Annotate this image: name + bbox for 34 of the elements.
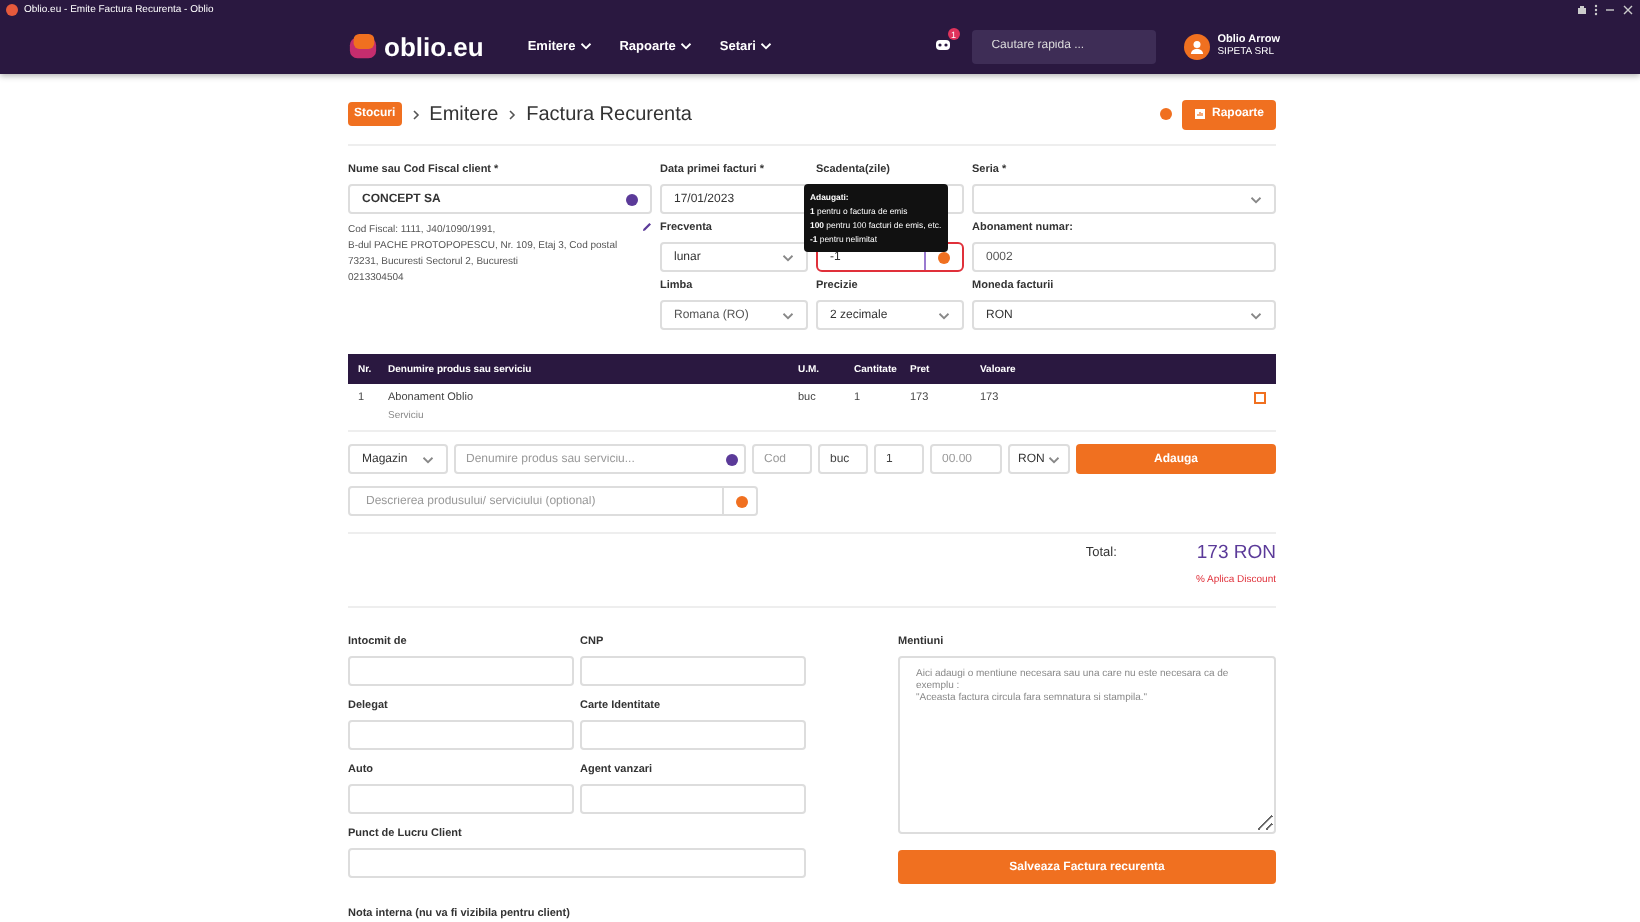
minimize-icon[interactable] <box>1604 3 1616 15</box>
caret-icon <box>679 42 692 50</box>
breadcrumb-item[interactable]: Factura Recurenta <box>526 103 692 125</box>
caret-icon <box>782 311 794 319</box>
caret-icon <box>579 42 592 50</box>
caret-icon <box>1250 195 1262 203</box>
caret-icon <box>1048 455 1060 463</box>
logo-icon <box>348 31 378 61</box>
extension-icon[interactable] <box>1576 3 1588 15</box>
close-icon[interactable] <box>1622 3 1634 15</box>
input-field[interactable] <box>580 720 806 750</box>
input-field[interactable] <box>348 848 806 878</box>
input-field[interactable] <box>348 656 574 686</box>
user-icon[interactable] <box>1189 39 1204 53</box>
robot-icon[interactable] <box>933 36 952 52</box>
remove-icon[interactable] <box>1254 392 1266 404</box>
input-field[interactable] <box>580 656 806 686</box>
chevron-icon <box>508 109 517 119</box>
pencil-icon[interactable] <box>642 222 652 232</box>
caret-icon <box>759 42 772 50</box>
favicon-icon <box>6 3 18 15</box>
breadcrumb-item[interactable]: Emitere <box>429 103 499 125</box>
caret-icon <box>938 311 950 319</box>
total-value: 173 RON <box>1196 542 1276 564</box>
report-icon <box>1193 108 1206 120</box>
caret-icon <box>422 455 434 463</box>
chevron-icon <box>411 109 420 119</box>
input-field[interactable] <box>580 784 806 814</box>
input-field[interactable] <box>348 720 574 750</box>
select-field[interactable] <box>972 184 1276 214</box>
caret-icon <box>1250 311 1262 319</box>
input-field[interactable] <box>348 784 574 814</box>
logo-text[interactable]: oblio.eu <box>384 31 484 61</box>
caret-icon <box>782 253 794 261</box>
